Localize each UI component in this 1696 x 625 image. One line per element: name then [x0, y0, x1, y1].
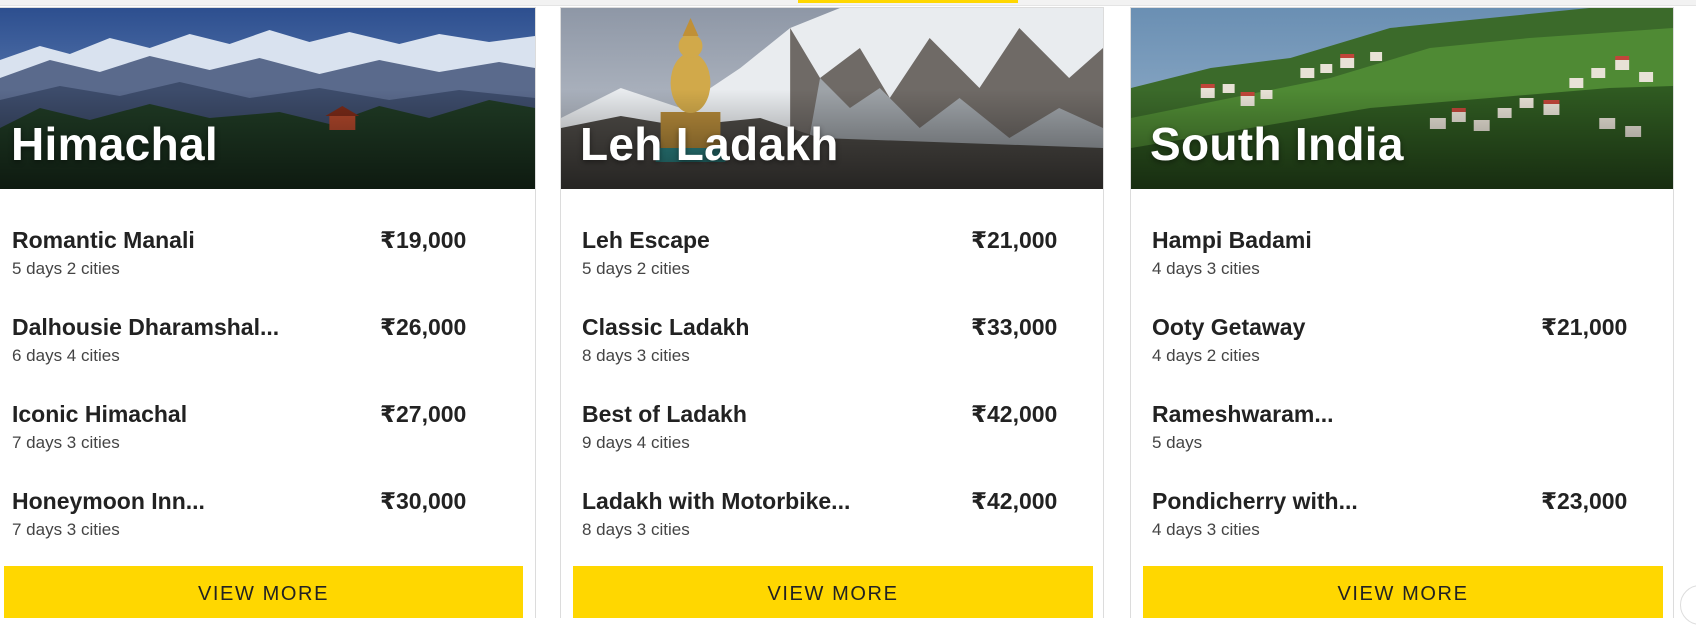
- package-price: ₹27,000: [380, 401, 467, 427]
- package-duration: 4 days 3 cities: [1152, 259, 1260, 278]
- package-name[interactable]: Best of Ladakh: [582, 401, 747, 428]
- package-price: ₹19,000: [380, 227, 467, 253]
- package-list: Romantic Manali 5 days 2 cities ₹19,000 …: [0, 189, 535, 549]
- package-item[interactable]: Iconic Himachal 7 days 3 cities ₹27,000: [12, 401, 535, 457]
- destination-title: Leh Ladakh: [580, 118, 839, 170]
- package-item[interactable]: Ooty Getaway 4 days 2 cities ₹21,000: [1152, 314, 1673, 370]
- package-item[interactable]: Pondicherry with... 4 days 3 cities ₹23,…: [1152, 488, 1673, 544]
- package-price: ₹30,000: [380, 488, 467, 514]
- destination-card-himachal: Himachal Romantic Manali 5 days 2 cities…: [0, 7, 536, 618]
- package-item[interactable]: Romantic Manali 5 days 2 cities ₹19,000: [12, 227, 535, 283]
- package-item[interactable]: Dalhousie Dharamshal... 6 days 4 cities …: [12, 314, 535, 370]
- package-item[interactable]: Honeymoon Inn... 7 days 3 cities ₹30,000: [12, 488, 535, 544]
- package-list: Hampi Badami 4 days 3 cities Ooty Getawa…: [1131, 189, 1673, 549]
- package-item[interactable]: Leh Escape 5 days 2 cities ₹21,000: [582, 227, 1103, 283]
- package-duration: 4 days 2 cities: [1152, 346, 1260, 365]
- destination-card-leh-ladakh: Leh Ladakh Leh Escape 5 days 2 cities ₹2…: [560, 7, 1104, 618]
- view-more-button[interactable]: VIEW MORE: [1143, 566, 1663, 618]
- package-name[interactable]: Romantic Manali: [12, 227, 195, 254]
- active-tab-indicator: [798, 0, 1018, 3]
- package-duration: 7 days 3 cities: [12, 520, 120, 539]
- package-name[interactable]: Rameshwaram...: [1152, 401, 1334, 428]
- destination-title: South India: [1150, 118, 1404, 170]
- banner-image-south-india[interactable]: South India: [1131, 8, 1673, 189]
- package-price: ₹23,000: [1541, 488, 1628, 514]
- package-price: ₹42,000: [971, 401, 1058, 427]
- package-item[interactable]: Classic Ladakh 8 days 3 cities ₹33,000: [582, 314, 1103, 370]
- package-name[interactable]: Ladakh with Motorbike...: [582, 488, 850, 515]
- package-duration: 7 days 3 cities: [12, 433, 120, 452]
- package-name[interactable]: Dalhousie Dharamshal...: [12, 314, 279, 341]
- package-duration: 6 days 4 cities: [12, 346, 120, 365]
- package-item[interactable]: Ladakh with Motorbike... 8 days 3 cities…: [582, 488, 1103, 544]
- package-duration: 8 days 3 cities: [582, 520, 690, 539]
- package-duration: 8 days 3 cities: [582, 346, 690, 365]
- scroll-to-top-button[interactable]: [1680, 585, 1696, 625]
- package-duration: 5 days 2 cities: [12, 259, 120, 278]
- package-name[interactable]: Classic Ladakh: [582, 314, 749, 341]
- package-price: ₹21,000: [1541, 314, 1628, 340]
- package-price: ₹42,000: [971, 488, 1058, 514]
- banner-image-leh-ladakh[interactable]: Leh Ladakh: [561, 8, 1103, 189]
- package-duration: 5 days: [1152, 433, 1203, 452]
- package-name[interactable]: Hampi Badami: [1152, 227, 1312, 254]
- package-duration: 5 days 2 cities: [582, 259, 690, 278]
- package-price: ₹21,000: [971, 227, 1058, 253]
- view-more-button[interactable]: VIEW MORE: [573, 566, 1093, 618]
- package-name[interactable]: Pondicherry with...: [1152, 488, 1358, 515]
- package-name[interactable]: Honeymoon Inn...: [12, 488, 205, 515]
- package-duration: 9 days 4 cities: [582, 433, 690, 452]
- package-name[interactable]: Iconic Himachal: [12, 401, 187, 428]
- view-more-button[interactable]: VIEW MORE: [4, 566, 523, 618]
- package-list: Leh Escape 5 days 2 cities ₹21,000 Class…: [561, 189, 1103, 549]
- destination-title: Himachal: [11, 118, 218, 170]
- banner-image-himachal[interactable]: Himachal: [0, 8, 535, 189]
- package-name[interactable]: Leh Escape: [582, 227, 710, 254]
- package-item[interactable]: Rameshwaram... 5 days: [1152, 401, 1673, 457]
- package-name[interactable]: Ooty Getaway: [1152, 314, 1305, 341]
- package-price: ₹26,000: [380, 314, 467, 340]
- package-duration: 4 days 3 cities: [1152, 520, 1260, 539]
- package-item[interactable]: Hampi Badami 4 days 3 cities: [1152, 227, 1673, 283]
- package-price: ₹33,000: [971, 314, 1058, 340]
- destination-card-south-india: South India Hampi Badami 4 days 3 cities…: [1130, 7, 1674, 618]
- package-item[interactable]: Best of Ladakh 9 days 4 cities ₹42,000: [582, 401, 1103, 457]
